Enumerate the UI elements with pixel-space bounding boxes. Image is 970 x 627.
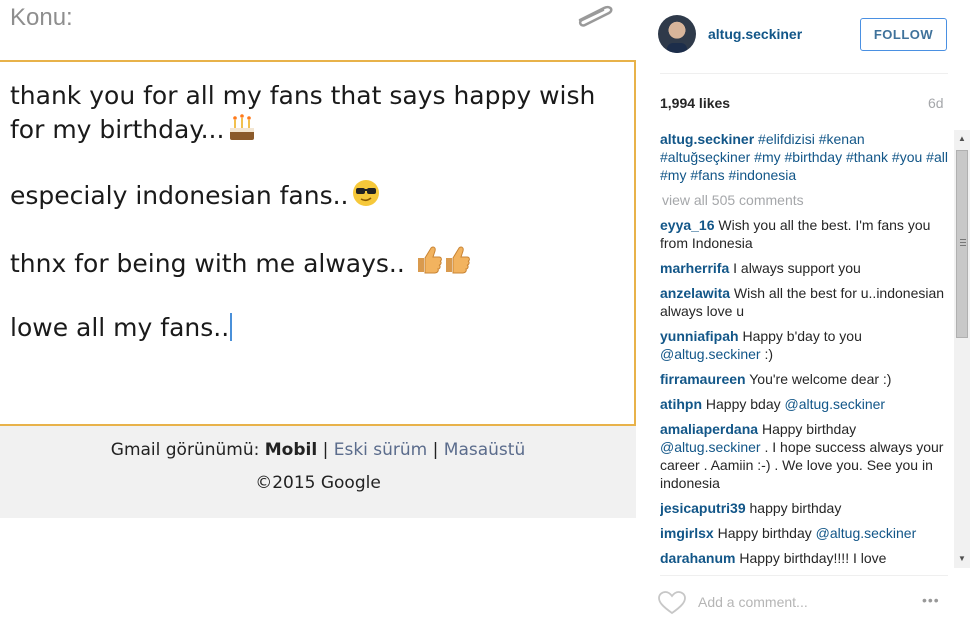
- cake-emoji: [230, 114, 255, 140]
- scroll-thumb[interactable]: [956, 150, 968, 338]
- comment-user[interactable]: marherrifa: [660, 260, 729, 276]
- comment-item: marherrifa I always support you: [660, 259, 956, 277]
- comment-mention[interactable]: @altug.seckiner: [660, 346, 761, 362]
- comment-user[interactable]: yunniafipah: [660, 328, 739, 344]
- comments-list[interactable]: altug.seckiner #elifdizisi #kenan #altuğ…: [660, 130, 956, 568]
- comment-text: Happy birthday: [717, 525, 812, 541]
- comment-text-continued: :): [760, 346, 774, 362]
- more-options-icon[interactable]: •••: [922, 592, 940, 608]
- comment-user[interactable]: anzelawita: [660, 285, 730, 301]
- header-divider: [660, 73, 948, 74]
- caption-user[interactable]: altug.seckiner: [660, 131, 754, 147]
- scroll-up-arrow-icon[interactable]: ▲: [954, 132, 970, 146]
- comment-item: amaliaperdana Happy birthday @altug.seck…: [660, 420, 956, 492]
- comment-mention[interactable]: @altug.seckiner: [816, 525, 917, 541]
- comment-text: happy birthday: [749, 500, 842, 516]
- separator-2: |: [432, 440, 439, 460]
- footer-divider: [660, 575, 948, 576]
- caption: altug.seckiner #elifdizisi #kenan #altuğ…: [660, 130, 956, 184]
- comment-item: atihpn Happy bday @altug.seckiner: [660, 395, 956, 413]
- post-username[interactable]: altug.seckiner: [708, 26, 802, 42]
- post-time[interactable]: 6d: [928, 95, 944, 111]
- comment-item: anzelawita Wish all the best for u..indo…: [660, 284, 956, 320]
- comments-scrollbar[interactable]: ▲ ▼: [954, 130, 970, 568]
- heart-icon[interactable]: [658, 591, 686, 615]
- paperclip-icon[interactable]: [570, 2, 616, 28]
- body-line-3: thnx for being with me always..: [10, 244, 610, 280]
- view-prefix: Gmail görünümü:: [110, 440, 260, 460]
- instagram-panel: altug.seckiner FOLLOW 1,994 likes 6d alt…: [636, 0, 970, 627]
- follow-button[interactable]: FOLLOW: [860, 18, 947, 51]
- comment-user[interactable]: amaliaperdana: [660, 421, 758, 437]
- comment-item: yunniafipah Happy b'day to you @altug.se…: [660, 327, 956, 363]
- body-line-2: especialy indonesian fans..: [10, 178, 610, 212]
- comment-mention[interactable]: @altug.seckiner: [660, 439, 761, 455]
- comment-user[interactable]: firramaureen: [660, 371, 746, 387]
- comment-item: firramaureen You're welcome dear :): [660, 370, 956, 388]
- body-line-4: lowe all my fans..: [10, 312, 610, 344]
- comment-item: darahanum Happy birthday!!!! I love: [660, 549, 956, 567]
- comment-user[interactable]: imgirlsx: [660, 525, 714, 541]
- comment-user[interactable]: atihpn: [660, 396, 702, 412]
- desktop-link[interactable]: Masaüstü: [444, 440, 525, 460]
- comment-mention[interactable]: @altug.seckiner: [785, 396, 886, 412]
- view-all-comments-link[interactable]: view all 505 comments: [662, 191, 956, 209]
- comment-text: I always support you: [733, 260, 861, 276]
- scroll-grip: [960, 239, 966, 247]
- post-header: altug.seckiner FOLLOW: [636, 0, 970, 72]
- comment-text: Happy b'day to you: [742, 328, 862, 344]
- likes-count[interactable]: 1,994 likes: [660, 95, 730, 111]
- comment-user[interactable]: darahanum: [660, 550, 735, 566]
- gmail-footer: Gmail görünümü: Mobil | Eski sürüm | Mas…: [0, 426, 636, 518]
- separator-1: |: [322, 440, 329, 460]
- comment-user[interactable]: eyya_16: [660, 217, 715, 233]
- comment-text: Happy birthday: [761, 421, 857, 437]
- text-caret: [230, 313, 233, 341]
- gmail-compose-panel: Konu: thank you for all my fans that say…: [0, 0, 636, 627]
- comment-text: Happy bday: [705, 396, 781, 412]
- scroll-down-arrow-icon[interactable]: ▼: [954, 552, 970, 566]
- thumbs-up-emoji: [417, 246, 470, 274]
- comment-text: Happy birthday!!!! I love: [739, 550, 887, 566]
- old-version-link[interactable]: Eski sürüm: [334, 440, 428, 460]
- comment-item: jesicaputri39 happy birthday: [660, 499, 956, 517]
- comment-text: You're welcome dear :): [749, 371, 892, 387]
- comment-item: imgirlsx Happy birthday @altug.seckiner: [660, 524, 956, 542]
- add-comment-input[interactable]: [698, 594, 898, 610]
- view-mobile: Mobil: [264, 440, 318, 460]
- avatar[interactable]: [658, 15, 696, 53]
- comment-user[interactable]: jesicaputri39: [660, 500, 746, 516]
- view-switcher: Gmail görünümü: Mobil | Eski sürüm | Mas…: [0, 440, 636, 460]
- sunglasses-emoji: [352, 180, 379, 206]
- message-body[interactable]: thank you for all my fans that says happ…: [0, 60, 636, 426]
- comment-item: eyya_16 Wish you all the best. I'm fans …: [660, 216, 956, 252]
- subject-row[interactable]: Konu:: [0, 0, 636, 60]
- copyright: ©2015 Google: [255, 473, 381, 493]
- subject-label: Konu:: [10, 4, 73, 31]
- message-text[interactable]: thank you for all my fans that says happ…: [10, 80, 610, 376]
- body-line-1: thank you for all my fans that says happ…: [10, 81, 596, 144]
